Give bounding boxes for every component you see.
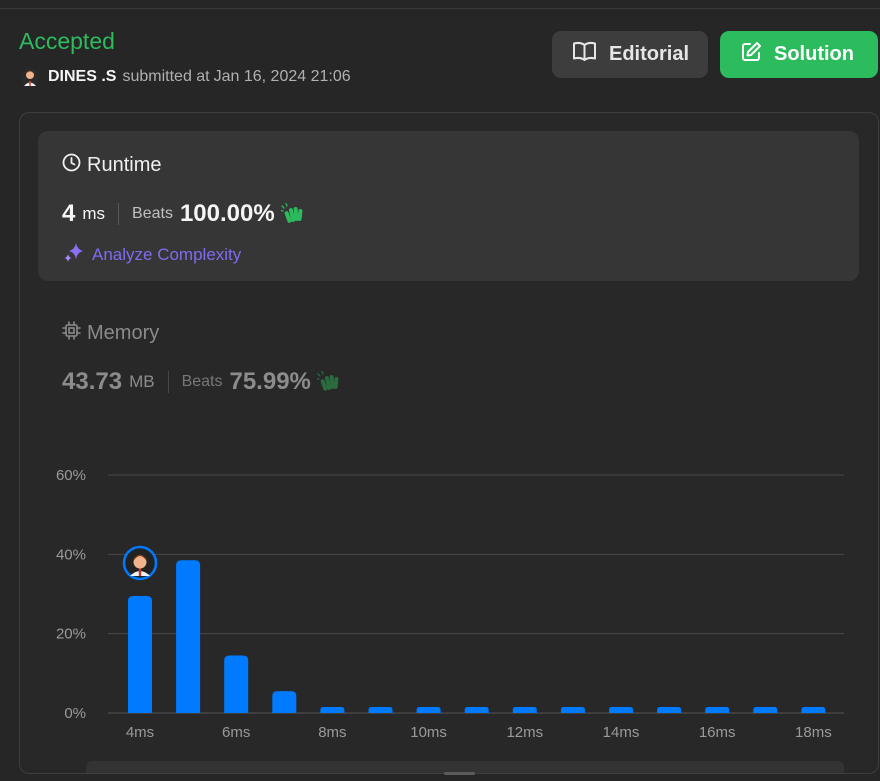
chart-bar[interactable] [512,707,537,713]
chart-bar[interactable] [320,707,345,713]
chart-bar[interactable] [801,707,826,713]
runtime-distribution-chart: 0% 20% 40% 60% 4ms 6ms 8ms 10ms 12ms 14ms 16ms 18ms [56,467,844,741]
y-tick-label: 40% [56,546,86,563]
submission-status: Accepted [19,28,115,54]
x-tick-label: 6ms [222,724,250,741]
chart-bar[interactable] [416,707,441,713]
x-tick-label: 12ms [506,724,543,741]
clap-icon [280,203,305,225]
chart-bar[interactable] [560,707,585,713]
chart-bar[interactable] [705,707,730,713]
analyze-complexity-link[interactable]: Analyze Complexity [63,241,241,268]
runtime-values: 4 ms Beats 100.00% [62,198,305,230]
clock-icon [62,153,81,178]
x-tick-label: 18ms [795,724,832,741]
chart-bar[interactable] [224,655,249,713]
top-divider [0,8,880,9]
y-tick-label: 0% [64,705,86,722]
editorial-label: Editorial [609,43,690,65]
memory-value: 43.73 [62,368,123,395]
book-icon [572,41,597,68]
memory-title-label: Memory [87,322,160,344]
chart-bar[interactable] [128,595,152,713]
analyze-label: Analyze Complexity [92,244,242,264]
chart-bar[interactable] [657,707,682,713]
chart-bar[interactable] [609,707,633,713]
x-tick-label: 16ms [699,724,736,741]
clap-icon-muted [316,371,341,393]
memory-beats-value: 75.99% [229,368,311,395]
runtime-unit: ms [82,204,106,223]
x-tick-label: 8ms [318,724,346,741]
y-tick-label: 60% [56,467,86,484]
chart-bar[interactable] [368,707,393,713]
solution-button[interactable]: Solution [720,31,878,78]
runtime-title: Runtime [62,153,161,178]
memory-title[interactable]: Memory [62,321,159,346]
y-tick-label: 20% [56,626,86,643]
resize-handle[interactable] [444,772,475,775]
username[interactable]: DINES .S [48,68,116,86]
submission-timestamp: Jan 16, 2024 21:06 [213,68,351,85]
runtime-separator [118,203,120,225]
solution-label: Solution [774,43,854,65]
runtime-beats-value: 100.00% [179,200,275,227]
chart-bar[interactable] [464,707,489,713]
chart-bar[interactable] [272,691,297,713]
memory-beats-label: Beats [181,373,223,390]
user-marker-tie [138,567,142,576]
memory-separator [167,371,169,393]
runtime-value: 4 [62,200,76,227]
memory-values: 43.73 MB Beats 75.99% [62,366,341,398]
sparkle-icon [63,241,85,268]
x-tick-label: 14ms [603,724,640,741]
submission-meta: DINES .S submitted at Jan 16, 2024 21:06 [21,65,351,89]
x-tick-label: 4ms [126,724,154,741]
memory-unit: MB [129,372,155,391]
submitted-label: submitted at [122,68,210,85]
chart-bar[interactable] [753,707,778,713]
runtime-title-label: Runtime [87,154,162,176]
edit-icon [740,41,762,69]
chip-icon [62,321,81,346]
chart-bar[interactable] [176,560,201,713]
runtime-beats-label: Beats [132,205,173,222]
x-tick-label: 10ms [410,724,447,741]
editorial-button[interactable]: Editorial [552,31,708,78]
user-avatar[interactable] [21,68,39,86]
